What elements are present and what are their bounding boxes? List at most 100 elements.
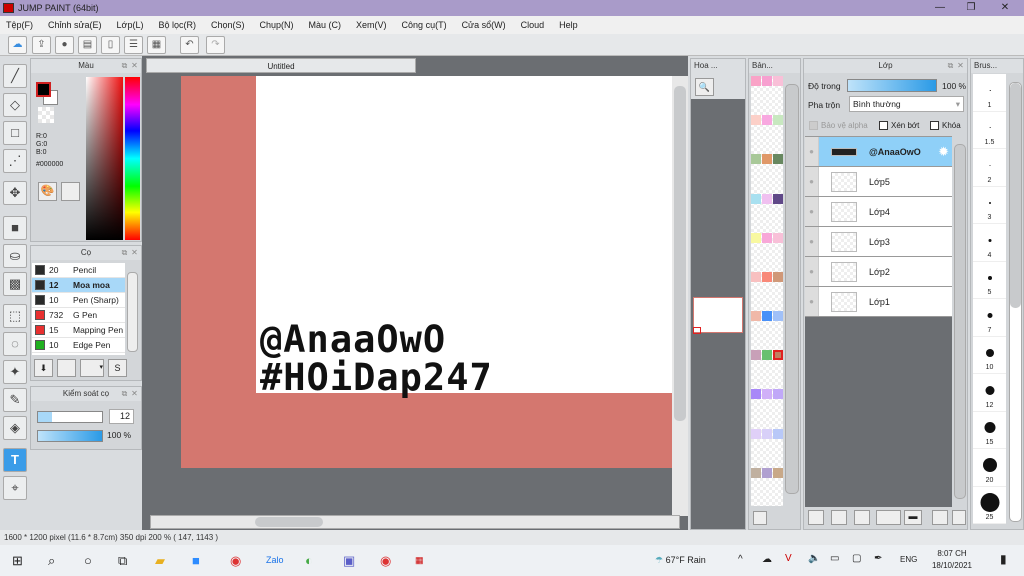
palette-swatch[interactable] <box>773 311 783 322</box>
palette-swatch[interactable] <box>762 154 772 165</box>
close-icon[interactable]: ✕ <box>130 248 139 257</box>
palette-swatch[interactable] <box>762 115 772 126</box>
windows-start-icon[interactable]: ⊞ <box>12 553 23 569</box>
menu-file[interactable]: Tệp(F) <box>6 20 33 30</box>
list-settings-icon[interactable]: ☰ <box>124 36 143 54</box>
chrome-icon[interactable]: ◉ <box>230 553 241 569</box>
scroll-thumb[interactable] <box>255 517 323 527</box>
palette-swatch[interactable] <box>762 311 772 322</box>
layer-row[interactable]: ● Lớp4 <box>805 197 952 227</box>
language-indicator[interactable]: ENG <box>900 555 917 564</box>
brush-item-selected[interactable]: 12 Moa moa <box>32 278 125 293</box>
undock-icon[interactable]: ⧉ <box>120 248 129 257</box>
visibility-icon[interactable]: ● <box>805 227 819 256</box>
notification-icon[interactable]: ▮ <box>1000 552 1007 566</box>
page-icon[interactable]: ▯ <box>101 36 120 54</box>
duplicate-icon[interactable] <box>932 510 948 525</box>
text-tool-icon[interactable]: T <box>3 448 27 472</box>
brush-item[interactable]: 732 G Pen <box>32 308 125 323</box>
palette-swatch[interactable] <box>762 350 772 361</box>
brush-settings-icon[interactable]: S <box>108 359 127 377</box>
visibility-icon[interactable]: ● <box>805 287 819 316</box>
menu-edit[interactable]: Chỉnh sửa(E) <box>48 20 102 30</box>
document-tab[interactable]: Untitled <box>146 58 416 73</box>
task-view-icon[interactable]: ⧉ <box>118 553 127 569</box>
magic-wand-icon[interactable]: ✦ <box>3 360 27 384</box>
brush-opacity-slider[interactable] <box>37 430 103 442</box>
brush-size-item[interactable]: 1.5 <box>973 111 1006 149</box>
line-tool-icon[interactable]: ⋰ <box>3 149 27 173</box>
minimize-button[interactable]: — <box>925 0 955 16</box>
foreground-color-swatch[interactable] <box>36 82 51 97</box>
hue-slider[interactable] <box>125 77 140 240</box>
brush-size-item[interactable]: 3 <box>973 186 1006 224</box>
merge-layer-icon[interactable] <box>854 510 870 525</box>
canvas-horizontal-scrollbar[interactable] <box>150 515 680 529</box>
transparent-color-swatch[interactable] <box>38 107 54 123</box>
menu-view[interactable]: Xem(V) <box>356 20 387 30</box>
palette-scrollbar[interactable] <box>785 84 799 494</box>
palette-swatch[interactable] <box>762 467 772 478</box>
maximize-button[interactable]: ❐ <box>956 0 986 16</box>
fill-rect-tool-icon[interactable]: ■ <box>3 216 27 240</box>
message-icon[interactable]: ▤ <box>78 36 97 54</box>
palette-swatch[interactable] <box>751 389 761 400</box>
antivirus-icon[interactable]: V <box>785 553 792 564</box>
palette-swatch[interactable] <box>751 154 761 165</box>
brush-item[interactable]: 15 Mapping Pen <box>32 323 125 338</box>
palette-swatch[interactable] <box>773 350 783 361</box>
new-layer-icon[interactable] <box>808 510 824 525</box>
palette-swatch[interactable] <box>751 232 761 243</box>
blend-mode-select[interactable]: Bình thường ▾ <box>849 96 964 112</box>
undo-icon[interactable]: ↶ <box>180 36 199 54</box>
select-eraser-icon[interactable]: ◈ <box>3 416 27 440</box>
lasso-select-icon[interactable]: ◌ <box>3 332 27 356</box>
onedrive-icon[interactable]: ☁ <box>762 554 772 565</box>
close-icon[interactable]: ✕ <box>956 61 965 70</box>
menu-help[interactable]: Help <box>559 20 578 30</box>
palette-swatch[interactable] <box>762 232 772 243</box>
layer-options-dropdown[interactable] <box>876 510 901 525</box>
jump-paint-taskbar-icon[interactable]: ▦ <box>415 555 424 566</box>
visibility-icon[interactable]: ● <box>805 137 819 166</box>
zoom-app-icon[interactable]: ■ <box>192 553 200 568</box>
palette-swatch[interactable] <box>773 232 783 243</box>
menu-select[interactable]: Chọn(S) <box>211 20 245 30</box>
brush-size-item[interactable]: 4 <box>973 224 1006 262</box>
brush-size-item[interactable]: 20 <box>973 449 1006 487</box>
palette-swatch[interactable] <box>773 76 783 86</box>
palette-swatch[interactable] <box>773 467 783 478</box>
layer-scrollbar[interactable] <box>954 144 966 499</box>
palette-swatch[interactable] <box>751 271 761 282</box>
download-brush-icon[interactable]: ⬇ <box>34 359 53 377</box>
brush-size-item[interactable]: 5 <box>973 261 1006 299</box>
teams-icon[interactable]: ▣ <box>343 553 355 569</box>
battery-icon[interactable]: ▭ <box>830 553 839 564</box>
palette-swatch[interactable] <box>751 115 761 126</box>
brush-size-item[interactable]: 25 <box>973 486 1006 524</box>
lock-checkbox[interactable] <box>930 121 939 130</box>
palette-swatch[interactable] <box>773 428 783 439</box>
share-icon[interactable]: ⇪ <box>32 36 51 54</box>
palette-swatch[interactable] <box>773 115 783 126</box>
close-icon[interactable]: ✕ <box>130 61 139 70</box>
brush-size-item[interactable]: 15 <box>973 411 1006 449</box>
saturation-value-picker[interactable] <box>86 77 123 240</box>
brush-size-input[interactable]: 12 <box>109 409 134 424</box>
menu-capture[interactable]: Chụp(N) <box>260 20 294 30</box>
palette-swatch[interactable] <box>773 389 783 400</box>
close-icon[interactable]: ✕ <box>130 389 139 398</box>
network-icon[interactable]: ▢ <box>852 553 861 564</box>
palette-swatch[interactable] <box>773 154 783 165</box>
layer-opacity-slider[interactable] <box>847 79 937 92</box>
brush-item[interactable]: 20 Pencil <box>32 263 125 278</box>
file-explorer-icon[interactable]: ▰ <box>155 553 165 569</box>
palette-swatch[interactable] <box>751 428 761 439</box>
clip-checkbox[interactable] <box>879 121 888 130</box>
layer-row[interactable]: ● Lớp1 <box>805 287 952 317</box>
tray-chevron-icon[interactable]: ^ <box>738 554 743 565</box>
brush-size-item[interactable]: 2 <box>973 149 1006 187</box>
palette-icon[interactable]: 🎨 <box>38 182 57 201</box>
visibility-icon[interactable]: ● <box>805 257 819 286</box>
undock-icon[interactable]: ⧉ <box>120 389 129 398</box>
